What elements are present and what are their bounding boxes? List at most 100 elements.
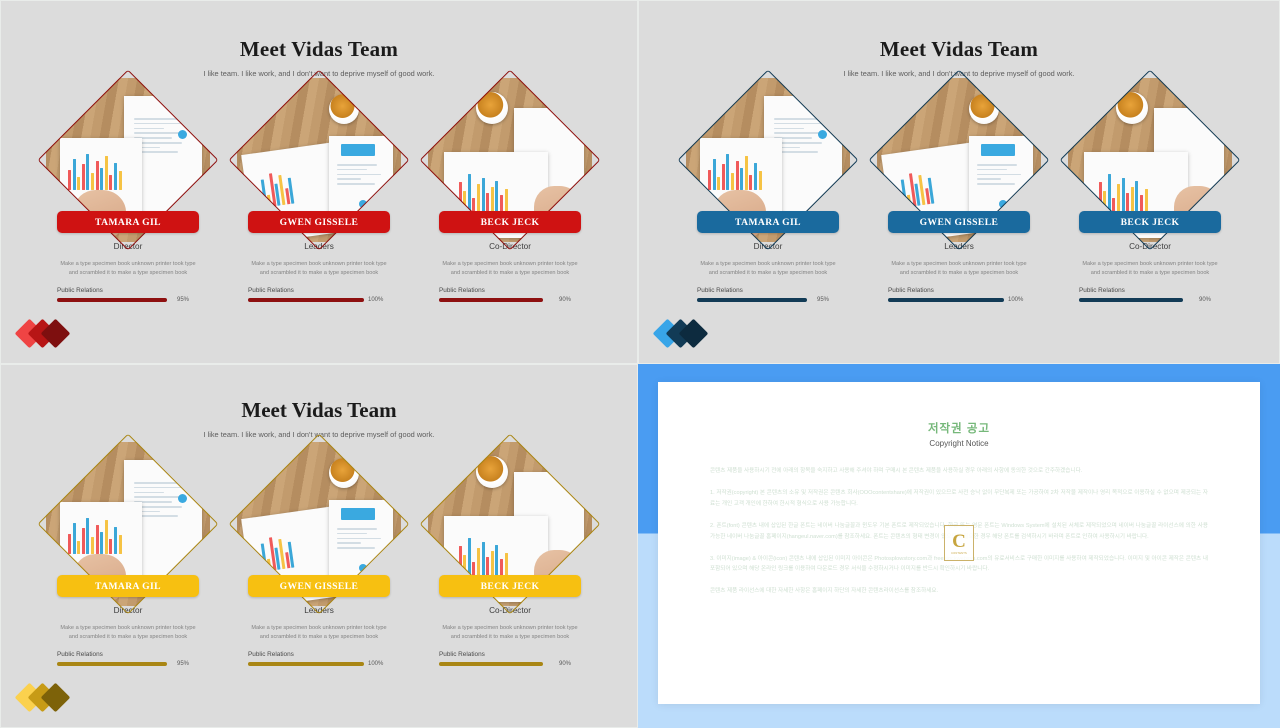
member-bio: Make a type specimen book unknown printe… (442, 261, 578, 277)
member-name-plate[interactable]: TAMARA GIL (697, 211, 839, 233)
page-title: Meet Vidas Team (241, 398, 397, 422)
slide-panel-red[interactable]: Meet Vidas Team I like team. I like work… (0, 0, 638, 364)
skill-progress-track (248, 298, 364, 303)
skill-progress-track (248, 662, 364, 667)
brand-logo-icon (14, 682, 83, 713)
team-member-card[interactable]: GWEN GISSELE Leaders Make a type specime… (228, 69, 410, 303)
team-member-card[interactable]: BECK JECK Co-Director Make a type specim… (419, 433, 601, 667)
skill-percent: 95% (177, 661, 190, 668)
member-photo-diamond (37, 433, 219, 615)
skill-label: Public Relations (439, 651, 485, 659)
slide-panel-gold[interactable]: Meet Vidas Team I like team. I like work… (0, 364, 638, 728)
skill-percent: 100% (1008, 297, 1024, 304)
skill-percent: 100% (368, 661, 384, 668)
copyright-paragraph: 콘텐츠 제품 라이선스에 대한 자세한 사항은 홈페이지 하단의 자세한 콘텐츠… (710, 588, 939, 595)
member-skill: Public Relations 95% (57, 651, 199, 667)
member-name: TAMARA GIL (95, 580, 161, 592)
skill-percent: 90% (1199, 297, 1212, 304)
team-member-card[interactable]: BECK JECK Co-Director Make a type specim… (1059, 69, 1241, 303)
member-photo-diamond (677, 69, 859, 251)
skill-label: Public Relations (888, 287, 934, 295)
skill-label: Public Relations (248, 651, 294, 659)
member-bio: Make a type specimen book unknown printe… (700, 261, 836, 277)
skill-progress-track (439, 662, 555, 667)
member-name-plate[interactable]: BECK JECK (1079, 211, 1221, 233)
team-member-list: TAMARA GIL Director Make a type specimen… (1, 433, 637, 667)
page-title: Meet Vidas Team (239, 37, 399, 61)
member-photo-diamond (37, 69, 219, 251)
member-name-plate[interactable]: TAMARA GIL (57, 575, 199, 597)
team-member-card[interactable]: TAMARA GIL Director Make a type specimen… (677, 69, 859, 303)
member-name-plate[interactable]: GWEN GISSELE (888, 211, 1030, 233)
member-name-plate[interactable]: BECK JECK (439, 575, 581, 597)
member-name: GWEN GISSELE (279, 216, 359, 228)
member-name-plate[interactable]: GWEN GISSELE (248, 211, 390, 233)
skill-label: Public Relations (57, 651, 103, 659)
member-bio: Make a type specimen book unknown printe… (891, 261, 1027, 277)
member-photo-diamond (228, 433, 410, 615)
member-skill: Public Relations 95% (697, 287, 839, 303)
member-photo-diamond (228, 69, 410, 251)
skill-label: Public Relations (697, 287, 743, 295)
member-skill: Public Relations 100% (248, 651, 390, 667)
skill-percent: 95% (177, 297, 190, 304)
copyright-title-en: Copyright Notice (929, 439, 989, 448)
contents-watermark-logo: C CONTENTS (944, 525, 974, 561)
member-bio: Make a type specimen book unknown printe… (251, 625, 387, 641)
member-bio: Make a type specimen book unknown printe… (442, 625, 578, 641)
team-member-card[interactable]: TAMARA GIL Director Make a type specimen… (37, 433, 219, 667)
member-name: BECK JECK (480, 216, 540, 228)
brand-logo-icon (14, 318, 83, 349)
member-skill: Public Relations 90% (439, 287, 581, 303)
team-member-card[interactable]: GWEN GISSELE Leaders Make a type specime… (868, 69, 1050, 303)
skill-percent: 100% (368, 297, 384, 304)
team-member-card[interactable]: BECK JECK Co-Director Make a type specim… (419, 69, 601, 303)
member-photo-diamond (868, 69, 1050, 251)
member-bio: Make a type specimen book unknown printe… (251, 261, 387, 277)
member-name-plate[interactable]: TAMARA GIL (57, 211, 199, 233)
member-name: BECK JECK (1120, 216, 1180, 228)
copyright-paragraph: 1. 저작권(copyright) 본 콘텐츠의 소유 및 저작권은 콘텐츠 회… (710, 489, 1208, 507)
slide-deck-overview: Meet Vidas Team I like team. I like work… (0, 0, 1280, 728)
member-skill: Public Relations 100% (248, 287, 390, 303)
member-photo-diamond (419, 69, 601, 251)
member-bio: Make a type specimen book unknown printe… (60, 625, 196, 641)
member-bio: Make a type specimen book unknown printe… (60, 261, 196, 277)
member-name: BECK JECK (480, 580, 540, 592)
member-skill: Public Relations 90% (1079, 287, 1221, 303)
member-photo-diamond (419, 433, 601, 615)
member-photo-diamond (1059, 69, 1241, 251)
skill-progress-track (57, 662, 173, 667)
skill-percent: 90% (559, 297, 572, 304)
member-name: TAMARA GIL (735, 216, 801, 228)
team-member-card[interactable]: GWEN GISSELE Leaders Make a type specime… (228, 433, 410, 667)
member-skill: Public Relations 90% (439, 651, 581, 667)
copyright-notice-panel[interactable]: 저작권 공고 Copyright Notice 콘텐츠 제품을 사용하시기 전에… (638, 364, 1280, 728)
skill-percent: 90% (559, 661, 572, 668)
page-title: Meet Vidas Team (879, 37, 1039, 61)
brand-logo-icon (652, 318, 721, 349)
skill-progress-track (439, 298, 555, 303)
skill-percent: 95% (817, 297, 830, 304)
skill-label: Public Relations (439, 287, 485, 295)
watermark-letter: C (952, 530, 966, 552)
copyright-title-kr: 저작권 공고 (927, 423, 991, 435)
member-skill: Public Relations 100% (888, 287, 1030, 303)
skill-label: Public Relations (57, 287, 103, 295)
skill-progress-track (1079, 298, 1195, 303)
slide-panel-blue[interactable]: Meet Vidas Team I like team. I like work… (638, 0, 1280, 364)
member-bio: Make a type specimen book unknown printe… (1082, 261, 1218, 277)
member-name: GWEN GISSELE (919, 216, 999, 228)
member-name-plate[interactable]: BECK JECK (439, 211, 581, 233)
watermark-text: CONTENTS (951, 551, 967, 555)
team-member-list: TAMARA GIL Director Make a type specimen… (639, 69, 1279, 303)
skill-label: Public Relations (248, 287, 294, 295)
member-skill: Public Relations 95% (57, 287, 199, 303)
copyright-paragraph: 콘텐츠 제품을 사용하시기 전에 아래의 항목을 숙지하고 사용해 주셔야 하며… (710, 468, 1083, 474)
skill-progress-track (697, 298, 813, 303)
skill-label: Public Relations (1079, 287, 1125, 295)
member-name-plate[interactable]: GWEN GISSELE (248, 575, 390, 597)
member-name: TAMARA GIL (95, 216, 161, 228)
team-member-card[interactable]: TAMARA GIL Director Make a type specimen… (37, 69, 219, 303)
skill-progress-track (57, 298, 173, 303)
